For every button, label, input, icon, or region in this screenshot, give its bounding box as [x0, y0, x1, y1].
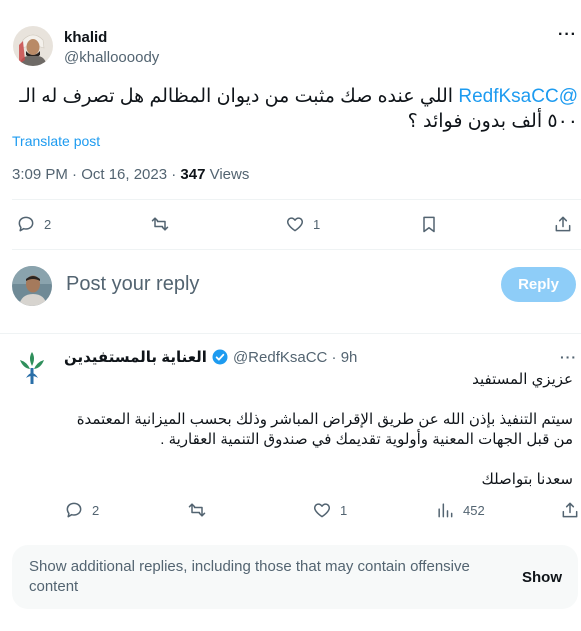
translate-link[interactable]: Translate post [12, 133, 100, 149]
show-more-text: Show additional replies, including those… [29, 558, 470, 595]
reply-text: عزيزي المستفيد سيتم التنفيذ بإذن الله عن… [63, 370, 573, 490]
share-action[interactable] [553, 214, 573, 234]
author-name[interactable]: khalid [64, 29, 107, 46]
reply-author-name[interactable]: العناية بالمستفيدين [64, 348, 207, 366]
like-action[interactable]: 1 [312, 500, 347, 520]
mention-link[interactable]: @RedfKsaCC [458, 86, 578, 107]
like-count: 1 [313, 216, 321, 232]
share-icon [555, 216, 571, 232]
reply-icon [18, 216, 34, 232]
bookmark-icon [423, 216, 435, 233]
show-button[interactable]: Show [522, 569, 562, 586]
post-text: @RedfKsaCC اللي عنده صك مثبت من ديوان ال… [8, 84, 578, 134]
more-icon[interactable]: ··· [560, 349, 577, 365]
divider [12, 249, 581, 250]
reply-count: 2 [92, 502, 100, 518]
views-label: Views [205, 166, 250, 183]
share-icon [562, 502, 578, 518]
repost-action[interactable] [187, 500, 207, 520]
user-avatar[interactable] [12, 266, 52, 306]
like-count: 1 [340, 502, 348, 518]
show-more-replies: Show additional replies, including those… [12, 545, 578, 609]
views-count: 347 [180, 166, 206, 183]
reply-header: العناية بالمستفيدين @RedfKsaCC · 9h [64, 348, 357, 367]
reply-author-handle[interactable]: @RedfKsaCC · 9h [233, 349, 357, 366]
reply-greeting: عزيزي المستفيد [472, 371, 573, 388]
verified-icon [212, 349, 228, 365]
reply-action[interactable]: 2 [64, 500, 99, 520]
post-timestamp[interactable]: 3:09 PM · Oct 16, 2023 · [12, 166, 180, 183]
repost-action[interactable] [150, 214, 170, 234]
divider [0, 333, 581, 334]
reply-author-avatar[interactable] [12, 348, 52, 388]
reply-closing: سعدنا بتواصلك [481, 471, 573, 488]
share-action[interactable] [560, 500, 580, 520]
divider [12, 199, 581, 200]
post-meta: 3:09 PM · Oct 16, 2023 · 347 Views [12, 166, 249, 183]
views-action[interactable]: 452 [435, 500, 485, 520]
views-count: 452 [463, 502, 485, 518]
reply-icon [66, 502, 82, 518]
reply-message: سيتم التنفيذ بإذن الله عن طريق الإقراض ا… [76, 411, 573, 448]
like-icon [286, 217, 304, 232]
reply-count: 2 [44, 216, 52, 232]
more-icon[interactable]: ··· [558, 26, 577, 44]
retweet-icon [151, 217, 169, 231]
reply-input[interactable]: Post your reply [66, 273, 199, 296]
like-action[interactable]: 1 [285, 214, 320, 234]
views-icon [438, 503, 453, 518]
retweet-icon [188, 503, 206, 517]
bookmark-action[interactable] [419, 214, 439, 234]
like-icon [313, 503, 331, 518]
reply-action[interactable]: 2 [16, 214, 51, 234]
author-handle[interactable]: @khalloooody [64, 49, 159, 66]
author-avatar[interactable] [13, 26, 53, 66]
reply-button[interactable]: Reply [501, 267, 576, 302]
